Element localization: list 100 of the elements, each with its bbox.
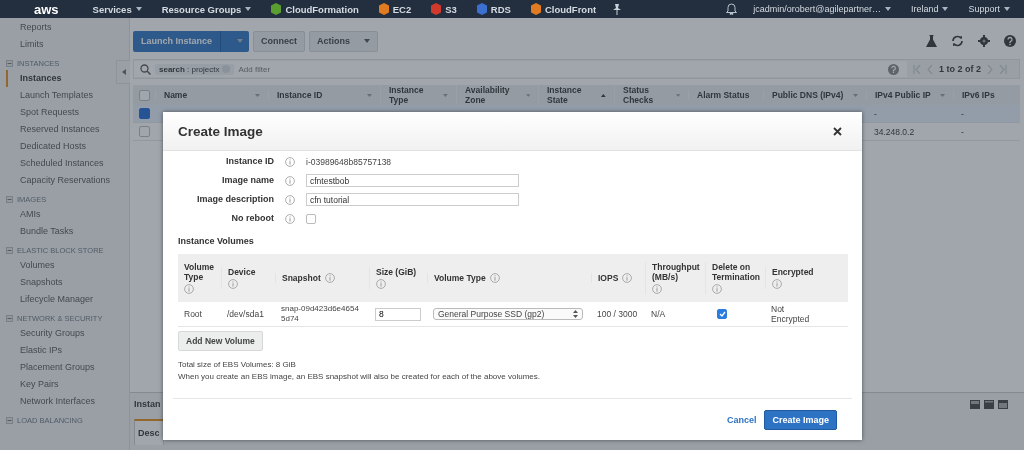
info-icon[interactable]: [622, 273, 633, 283]
collapse-sidebar-button[interactable]: [116, 60, 130, 84]
service-shortcut[interactable]: CloudFormation: [267, 3, 363, 15]
sidebar-link[interactable]: Launch Templates: [6, 87, 129, 104]
field-label: Image description: [196, 193, 274, 206]
layout-icon[interactable]: [970, 399, 980, 409]
info-icon[interactable]: [652, 284, 662, 294]
info-icon[interactable]: [324, 273, 335, 283]
toolbar-button[interactable]: Actions: [309, 30, 379, 52]
search-field[interactable]: search : projectx Add filter: [134, 61, 907, 77]
caret-icon: [1004, 7, 1010, 11]
nav-menu[interactable]: Resource Groups: [157, 3, 256, 15]
account-menu[interactable]: jcadmin/orobert@agilepartner…: [749, 4, 895, 14]
support-menu[interactable]: Support: [964, 4, 1014, 14]
service-shortcut[interactable]: CloudFront: [526, 3, 601, 15]
next-page-icon[interactable]: [987, 64, 993, 74]
sidebar-link[interactable]: Key Pairs: [6, 376, 129, 393]
info-icon[interactable]: [285, 194, 295, 205]
region-menu[interactable]: Ireland: [906, 4, 953, 14]
info-icon[interactable]: [489, 273, 500, 283]
info-icon[interactable]: [228, 279, 238, 289]
total-size-text: Total size of EBS Volumes: 8 GiB: [178, 359, 297, 371]
sidebar-link[interactable]: Network Interfaces: [6, 393, 129, 410]
sidebar-link[interactable]: Dedicated Hosts: [6, 138, 129, 155]
section-heading: Instance Volumes: [178, 236, 255, 246]
first-page-icon[interactable]: [913, 64, 921, 74]
select-all-checkbox[interactable]: [138, 89, 150, 101]
toolbar-button[interactable]: Connect: [253, 30, 305, 52]
info-icon[interactable]: [285, 175, 295, 186]
collapse-icon[interactable]: [6, 60, 13, 67]
sidebar-link[interactable]: Reserved Instances: [6, 121, 129, 138]
size-input[interactable]: 8: [375, 307, 421, 321]
collapse-icon[interactable]: [6, 196, 13, 203]
column-header: Encrypted: [772, 267, 814, 277]
logo-text[interactable]: aws: [34, 1, 59, 17]
info-icon[interactable]: [285, 213, 295, 224]
sidebar-link[interactable]: Limits: [6, 36, 129, 53]
launch-instance-button[interactable]: Launch Instance: [133, 30, 249, 52]
row-checkbox[interactable]: [138, 108, 150, 119]
last-page-icon[interactable]: [999, 64, 1007, 74]
previous-page-icon[interactable]: [927, 64, 933, 74]
text-input[interactable]: cfntestbob: [306, 174, 519, 187]
layout-icon[interactable]: [984, 399, 994, 409]
column-header[interactable]: IPv6 IPs: [953, 90, 1020, 100]
close-icon[interactable]: [833, 126, 842, 136]
sort-icon: [443, 93, 448, 97]
column-header[interactable]: IPv4 Public IP: [866, 90, 953, 100]
column-header: Snapshot: [282, 273, 321, 283]
help-icon[interactable]: [1004, 35, 1016, 47]
layout-icon[interactable]: [998, 399, 1008, 409]
checkbox[interactable]: [306, 213, 316, 224]
column-header[interactable]: Name: [155, 90, 268, 100]
pin-icon[interactable]: [612, 3, 623, 15]
info-icon[interactable]: [376, 279, 386, 289]
settings-icon[interactable]: [978, 35, 990, 47]
bell-icon[interactable]: [726, 3, 738, 15]
panel-tab[interactable]: Desc: [134, 419, 164, 445]
flask-icon[interactable]: [926, 35, 937, 47]
sidebar-link[interactable]: Security Groups: [6, 325, 129, 342]
column-header[interactable]: Instance ID: [268, 90, 380, 100]
service-shortcut[interactable]: S3: [427, 3, 461, 15]
field-label: Image name: [221, 174, 274, 187]
sidebar-link[interactable]: Reports: [6, 19, 129, 36]
sidebar-link[interactable]: AMIs: [6, 206, 129, 223]
sidebar-link[interactable]: Placement Groups: [6, 359, 129, 376]
checkbox[interactable]: [717, 309, 727, 319]
cancel-link[interactable]: Cancel: [726, 414, 757, 425]
service-shortcut[interactable]: EC2: [374, 3, 416, 15]
info-icon[interactable]: [712, 284, 722, 294]
sidebar-link[interactable]: Snapshots: [6, 274, 129, 291]
sidebar-link[interactable]: Bundle Tasks: [6, 223, 129, 240]
info-icon[interactable]: [184, 284, 194, 294]
sidebar-link[interactable]: Volumes: [6, 257, 129, 274]
service-shortcut[interactable]: RDS: [472, 3, 515, 15]
collapse-icon[interactable]: [6, 417, 13, 424]
help-icon[interactable]: [888, 63, 899, 75]
left-arrow-icon: [121, 69, 126, 75]
caret-icon: [237, 39, 243, 43]
nav-menu[interactable]: Services: [88, 3, 146, 15]
column-header: IOPS: [598, 273, 619, 283]
add-volume-button[interactable]: Add New Volume: [178, 331, 263, 351]
filter-token[interactable]: search : projectx: [155, 63, 235, 75]
table-cell-text: -: [960, 126, 965, 137]
sidebar-link[interactable]: Lifecycle Manager: [6, 291, 129, 308]
create-image-button[interactable]: Create Image: [764, 409, 837, 430]
sidebar-link[interactable]: Scheduled Instances: [6, 155, 129, 172]
info-icon[interactable]: [772, 279, 782, 289]
sidebar-link[interactable]: Elastic IPs: [6, 342, 129, 359]
row-checkbox[interactable]: [138, 126, 150, 137]
collapse-icon[interactable]: [6, 315, 13, 322]
caret-icon: [135, 7, 142, 11]
refresh-icon[interactable]: [951, 35, 964, 47]
sidebar-link[interactable]: Capacity Reservations: [6, 172, 129, 189]
column-header[interactable]: Alarm Status: [688, 90, 763, 100]
text-input[interactable]: cfn tutorial: [306, 193, 519, 206]
volume-type-select[interactable]: General Purpose SSD (gp2): [433, 308, 583, 320]
column-header[interactable]: Public DNS (IPv4): [763, 90, 866, 100]
sidebar-link[interactable]: Spot Requests: [6, 104, 129, 121]
info-icon[interactable]: [285, 156, 295, 167]
collapse-icon[interactable]: [6, 247, 13, 254]
